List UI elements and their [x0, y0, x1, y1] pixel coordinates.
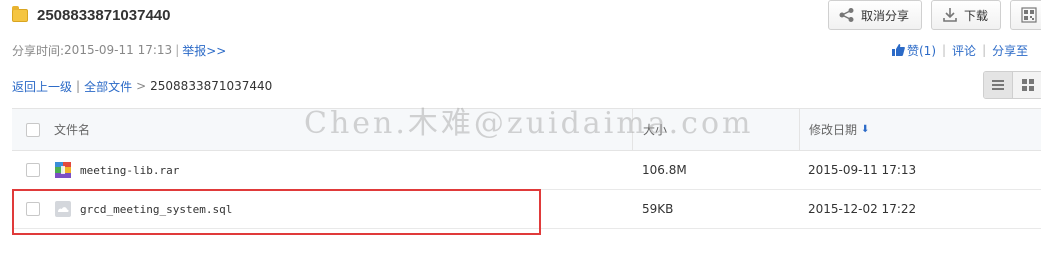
qrcode-button[interactable]	[1010, 0, 1041, 30]
header-date[interactable]: 修改日期 ⬇	[799, 109, 869, 150]
share-to-link[interactable]: 分享至	[992, 42, 1028, 59]
header-date-label: 修改日期	[809, 123, 858, 137]
current-folder: 2508833871037440	[150, 79, 273, 93]
list-view-button[interactable]	[984, 72, 1014, 98]
share-time-value: 2015-09-11 17:13	[64, 43, 173, 57]
share-meta: 分享时间: 2015-09-11 17:13 | 举报>>	[12, 42, 226, 58]
rar-archive-icon	[55, 162, 71, 178]
table-header: 文件名 大小 修改日期 ⬇	[12, 108, 1041, 151]
row-name-cell: meeting-lib.rar	[54, 151, 179, 189]
row-checkbox[interactable]	[26, 163, 40, 177]
select-all-cell	[26, 109, 40, 150]
file-size: 59KB	[642, 202, 674, 216]
all-files-link[interactable]: 全部文件	[84, 78, 132, 95]
download-icon	[943, 8, 957, 22]
file-size: 106.8M	[642, 163, 687, 177]
download-label: 下载	[964, 8, 989, 23]
list-view-icon	[992, 80, 1004, 90]
social-actions: 赞(1) | 评论 | 分享至	[892, 42, 1028, 58]
grid-view-icon	[1021, 79, 1034, 91]
qrcode-icon	[1021, 7, 1037, 23]
social-separator: |	[942, 43, 947, 57]
thumbs-up-icon	[892, 44, 905, 56]
cancel-share-button[interactable]: 取消分享	[828, 0, 922, 30]
cancel-share-label: 取消分享	[861, 8, 910, 23]
breadcrumb-arrow: >	[136, 79, 147, 93]
grid-view-button[interactable]	[1013, 72, 1041, 98]
highlight-box	[12, 189, 541, 235]
header-name[interactable]: 文件名	[54, 109, 90, 150]
folder-icon	[12, 5, 28, 22]
share-title-row: 2508833871037440	[12, 4, 170, 26]
share-title: 2508833871037440	[37, 6, 171, 24]
back-link[interactable]: 返回上一级	[12, 78, 72, 95]
breadcrumb: 返回上一级 | 全部文件 > 2508833871037440	[12, 78, 272, 94]
file-name-link[interactable]: meeting-lib.rar	[80, 164, 179, 177]
share-icon	[839, 8, 854, 22]
view-toggle	[983, 71, 1041, 99]
table-row[interactable]: meeting-lib.rar 106.8M 2015-09-11 17:13	[12, 151, 1041, 190]
select-all-checkbox[interactable]	[26, 122, 40, 137]
comment-link[interactable]: 评论	[952, 42, 976, 59]
like-link[interactable]: 赞(1)	[907, 42, 936, 59]
social-separator: |	[982, 43, 987, 57]
breadcrumb-separator: |	[76, 79, 81, 93]
file-date: 2015-09-11 17:13	[808, 163, 917, 177]
download-button[interactable]: 下载	[931, 0, 1001, 30]
header-size[interactable]: 大小	[632, 109, 799, 150]
report-link[interactable]: 举报>>	[182, 42, 226, 59]
meta-separator: |	[175, 43, 180, 57]
share-time-label: 分享时间:	[12, 43, 65, 58]
row-check-cell	[26, 151, 40, 189]
sort-down-arrow-icon: ⬇	[861, 124, 870, 135]
file-date: 2015-12-02 17:22	[808, 202, 917, 216]
